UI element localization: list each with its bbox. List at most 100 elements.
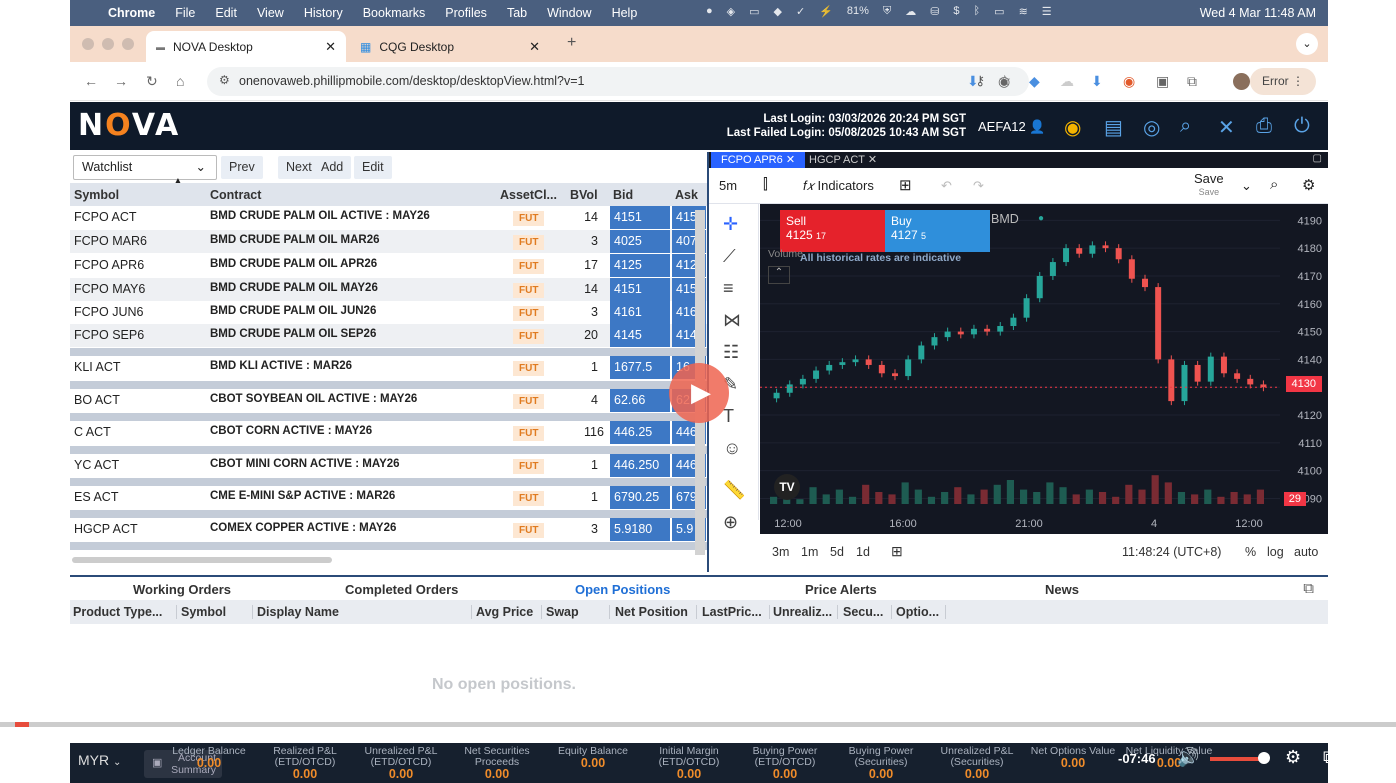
crosshair-icon[interactable]: ✛ — [723, 214, 738, 235]
extensions-puzzle-icon[interactable]: ⧉ — [1187, 73, 1197, 90]
menu-profiles[interactable]: Profiles — [445, 6, 487, 20]
table-row[interactable]: YC ACT CBOT MINI CORN ACTIVE : MAY26 FUT 1 4… — [70, 454, 707, 478]
col-securities[interactable]: Secu... — [843, 605, 892, 619]
close-icon[interactable]: ✕ — [868, 154, 877, 166]
close-tab-icon[interactable]: ✕ — [529, 39, 540, 55]
watchlist-horizontal-scrollbar[interactable] — [72, 557, 332, 563]
video-play-button[interactable]: ▶ — [18, 746, 36, 775]
table-row[interactable]: KLI ACTBMD KLI ACTIVE : MAR26FUT11677.51… — [70, 356, 707, 380]
log-scale[interactable]: log — [1267, 545, 1284, 559]
buy-button[interactable]: Buy 4127 5 — [885, 210, 990, 252]
inbox-icon[interactable]: ⎙ — [1256, 115, 1272, 138]
indicators-button[interactable]: f𝑥 Indicators — [803, 178, 874, 194]
text-tool-icon[interactable]: T — [723, 406, 734, 427]
battery-icon[interactable]: ▭ — [994, 5, 1004, 18]
tools-icon[interactable]: ✕ — [1218, 115, 1235, 140]
cell-bid[interactable]: 4125 — [610, 254, 670, 277]
tab-search-chevron-icon[interactable]: ⌄ — [1296, 33, 1318, 55]
add-button[interactable]: Add — [313, 156, 352, 179]
maximize-icon[interactable]: ▢ — [1313, 153, 1322, 164]
table-row[interactable]: FCPO SEP6 BMD CRUDE PALM OIL SEP26 FUT 20 41… — [70, 324, 707, 347]
cell-bid[interactable]: 1677.5 — [610, 356, 670, 379]
status-dot-icon[interactable]: ● — [706, 5, 713, 18]
video-progress-track[interactable] — [0, 722, 1396, 727]
wifi-icon[interactable]: ≋ — [1019, 5, 1028, 18]
menu-history[interactable]: History — [304, 6, 343, 20]
cell-bid[interactable]: 4025 — [610, 230, 670, 253]
col-net-position[interactable]: Net Position — [615, 605, 697, 619]
error-button[interactable]: Error ⋮ — [1249, 68, 1316, 95]
video-settings-gear-icon[interactable]: ⚙ — [1285, 747, 1301, 768]
quick-search-icon[interactable]: ⌕ — [1270, 176, 1278, 193]
redo-icon[interactable]: ↷ — [973, 178, 984, 194]
tab-completed-orders[interactable]: Completed Orders — [345, 582, 458, 597]
cell-bid[interactable]: 4161 — [610, 301, 670, 324]
cube-icon[interactable]: ◈ — [727, 5, 735, 18]
extension-badge-icon[interactable]: ▣ — [1156, 73, 1169, 90]
candle-type-icon[interactable]: ⫿ — [763, 176, 768, 193]
cell-bid[interactable]: 4151 — [610, 278, 670, 301]
col-contract[interactable]: Contract — [210, 188, 261, 202]
menu-edit[interactable]: Edit — [215, 6, 237, 20]
clock[interactable]: Wed 4 Mar 11:48 AM — [1200, 6, 1316, 20]
fullscreen-icon[interactable]: ⤢ — [1358, 747, 1372, 768]
address-bar[interactable]: ⚙ onenovaweb.phillipmobile.com/desktop/d… — [207, 67, 1029, 96]
prev-button[interactable]: Prev — [221, 156, 263, 179]
range-3m[interactable]: 3m — [772, 545, 789, 559]
popout-icon[interactable]: ⧉ — [1323, 747, 1336, 768]
interval-button[interactable]: 5m — [719, 178, 737, 193]
menu-help[interactable]: Help — [612, 6, 638, 20]
edit-button[interactable]: Edit — [354, 156, 392, 179]
power-icon[interactable]: ⏻ — [1294, 115, 1310, 138]
bolt-icon[interactable]: ⚡ — [819, 5, 833, 18]
watchlist-select[interactable]: Watchlist ⌄ — [73, 155, 217, 180]
maximize-window-button[interactable] — [122, 38, 134, 50]
extension-cloud-icon[interactable]: ☁ — [1060, 73, 1074, 90]
bot-icon[interactable]: ◉ — [1064, 115, 1081, 140]
col-bid[interactable]: Bid — [613, 188, 633, 202]
table-row[interactable]: FCPO ACT BMD CRUDE PALM OIL ACTIVE : MAY2… — [70, 206, 707, 229]
auto-scale[interactable]: auto — [1294, 545, 1318, 559]
close-tab-icon[interactable]: ✕ — [325, 39, 336, 55]
expand-panel-icon[interactable]: ⧉ — [1303, 580, 1314, 597]
col-display-name[interactable]: Display Name — [257, 605, 472, 619]
back-arrow-icon[interactable]: ← — [84, 73, 98, 89]
extension-tag-icon[interactable]: ◆ — [1029, 73, 1040, 90]
col-symbol[interactable]: Symbol — [74, 188, 119, 202]
table-row[interactable]: HGCP ACT COMEX COPPER ACTIVE : MAY26 FUT 3 5… — [70, 518, 707, 542]
forward-arrow-icon[interactable]: → — [114, 73, 128, 89]
cell-bid[interactable]: 62.66 — [610, 389, 670, 412]
table-row[interactable]: C ACT CBOT CORN ACTIVE : MAY26 FUT 116 446.2… — [70, 421, 707, 445]
chart-tab-hgcp-act[interactable]: HGCP ACT ✕ — [799, 152, 887, 168]
col-swap[interactable]: Swap — [546, 605, 610, 619]
cell-bid[interactable]: 5.9180 — [610, 518, 670, 541]
minimize-window-button[interactable] — [102, 38, 114, 50]
table-row[interactable]: FCPO MAR6 BMD CRUDE PALM OIL MAR26 FUT 3 402… — [70, 230, 707, 253]
app-icon[interactable]: ◆ — [774, 5, 782, 18]
cell-bid[interactable]: 446.25 — [610, 421, 670, 444]
report-search-icon[interactable]: ⌕ — [1180, 115, 1191, 138]
close-icon[interactable]: ✕ — [786, 154, 795, 166]
zoom-in-icon[interactable]: ⊕ — [723, 512, 738, 533]
undo-icon[interactable]: ↶ — [941, 178, 952, 194]
profile-avatar[interactable] — [1233, 73, 1250, 90]
trendline-icon[interactable]: ⟋ — [723, 246, 736, 267]
tradingview-logo-icon[interactable]: TV — [774, 474, 800, 500]
tab-nova-desktop[interactable]: ▬ NOVA Desktop ✕ — [146, 31, 346, 62]
cell-bid[interactable]: 6790.25 — [610, 486, 670, 509]
pattern-icon[interactable]: ⋈ — [723, 310, 741, 331]
settings-gear-icon[interactable]: ⚙ — [1302, 176, 1315, 194]
menu-tab[interactable]: Tab — [507, 6, 527, 20]
menu-window[interactable]: Window — [547, 6, 591, 20]
col-bvol[interactable]: BVol — [570, 188, 598, 202]
shield-icon[interactable]: ⛨ — [883, 5, 891, 18]
save-button[interactable]: Save Save — [1194, 172, 1224, 198]
range-1m[interactable]: 1m — [801, 545, 818, 559]
currency-select[interactable]: MYR ⌄ — [78, 752, 121, 768]
screen-icon[interactable]: ▭ — [749, 5, 759, 18]
sync-icon[interactable]: ◎ — [1143, 115, 1160, 140]
menu-file[interactable]: File — [175, 6, 195, 20]
range-1d[interactable]: 1d — [856, 545, 870, 559]
cell-bid[interactable]: 4151 — [610, 206, 670, 229]
menu-view[interactable]: View — [257, 6, 284, 20]
